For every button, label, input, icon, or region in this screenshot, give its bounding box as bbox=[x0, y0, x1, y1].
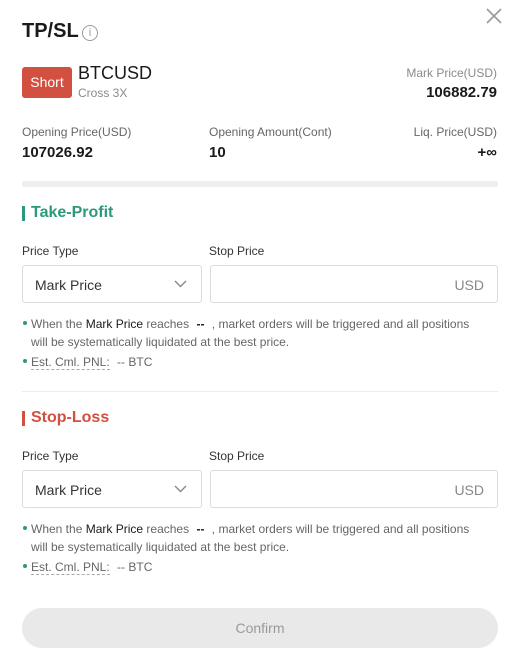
sl-pnl-label[interactable]: Est. Cml. PNL: bbox=[31, 560, 110, 575]
sl-note-suffix: , market orders will be triggered and al… bbox=[211, 522, 470, 536]
tp-note-line1: When the Mark Price reaches -- , market … bbox=[31, 315, 469, 333]
chevron-down-icon bbox=[174, 280, 187, 288]
tp-pnl-row: Est. Cml. PNL: -- BTC bbox=[31, 353, 152, 371]
sl-stop-price-input[interactable]: USD bbox=[210, 470, 498, 508]
opening-amount-value: 10 bbox=[209, 144, 226, 161]
sl-note-reaches: reaches bbox=[146, 522, 190, 536]
bullet-dot bbox=[23, 321, 27, 325]
sl-pnl-row: Est. Cml. PNL: -- BTC bbox=[31, 558, 152, 576]
bullet-dot bbox=[23, 564, 27, 568]
take-profit-accent bbox=[22, 206, 25, 221]
tp-pnl-value: -- BTC bbox=[117, 355, 153, 369]
tp-price-type-label: Price Type bbox=[22, 244, 79, 258]
mark-price-label: Mark Price(USD) bbox=[406, 66, 497, 80]
tp-note-reaches: reaches bbox=[146, 317, 190, 331]
sl-note-line1: When the Mark Price reaches -- , market … bbox=[31, 520, 469, 538]
tp-unit-label: USD bbox=[454, 277, 484, 293]
bullet-dot bbox=[23, 359, 27, 363]
symbol-name: BTCUSD bbox=[78, 63, 153, 83]
divider bbox=[22, 391, 498, 392]
opening-amount-label: Opening Amount(Cont) bbox=[209, 125, 332, 139]
tp-note-price-name: Mark Price bbox=[85, 317, 144, 331]
liq-price-label: Liq. Price(USD) bbox=[413, 125, 497, 139]
tp-pnl-label[interactable]: Est. Cml. PNL: bbox=[31, 355, 110, 370]
dialog-title: TP/SL bbox=[22, 20, 79, 42]
take-profit-title: Take-Profit bbox=[31, 204, 114, 221]
tp-note-line2: will be systematically liquidated at the… bbox=[31, 335, 290, 349]
tp-stop-price-label: Stop Price bbox=[209, 244, 265, 258]
margin-mode: Cross 3X bbox=[78, 86, 128, 100]
opening-price-label: Opening Price(USD) bbox=[22, 125, 132, 139]
stop-loss-accent bbox=[22, 411, 25, 426]
side-badge: Short bbox=[22, 67, 72, 98]
tp-stop-price-input[interactable]: USD bbox=[210, 265, 498, 303]
sl-pnl-value: -- BTC bbox=[117, 560, 153, 574]
stop-loss-title: Stop-Loss bbox=[31, 409, 110, 426]
sl-note-prefix: When the bbox=[31, 522, 83, 536]
bullet-dot bbox=[23, 526, 27, 530]
sl-note-line2: will be systematically liquidated at the… bbox=[31, 540, 290, 554]
tp-note-prefix: When the bbox=[31, 317, 83, 331]
sl-price-type-value: Mark Price bbox=[35, 482, 102, 498]
sl-note-price-name: Mark Price bbox=[85, 522, 144, 536]
sl-price-type-select[interactable]: Mark Price bbox=[22, 470, 202, 508]
sl-unit-label: USD bbox=[454, 482, 484, 498]
sl-stop-price-label: Stop Price bbox=[209, 449, 265, 463]
chevron-down-icon bbox=[174, 485, 187, 493]
sl-price-type-label: Price Type bbox=[22, 449, 79, 463]
confirm-button[interactable]: Confirm bbox=[22, 608, 498, 648]
section-separator bbox=[22, 181, 498, 187]
close-icon[interactable] bbox=[484, 6, 504, 26]
liq-price-value: +∞ bbox=[477, 144, 497, 161]
mark-price-value: 106882.79 bbox=[426, 84, 497, 101]
tp-note-value: -- bbox=[196, 317, 205, 331]
tp-price-type-value: Mark Price bbox=[35, 277, 102, 293]
sl-note-value: -- bbox=[196, 522, 205, 536]
tp-note-suffix: , market orders will be triggered and al… bbox=[211, 317, 470, 331]
info-circle-icon[interactable]: i bbox=[82, 25, 98, 41]
tp-price-type-select[interactable]: Mark Price bbox=[22, 265, 202, 303]
opening-price-value: 107026.92 bbox=[22, 144, 93, 161]
